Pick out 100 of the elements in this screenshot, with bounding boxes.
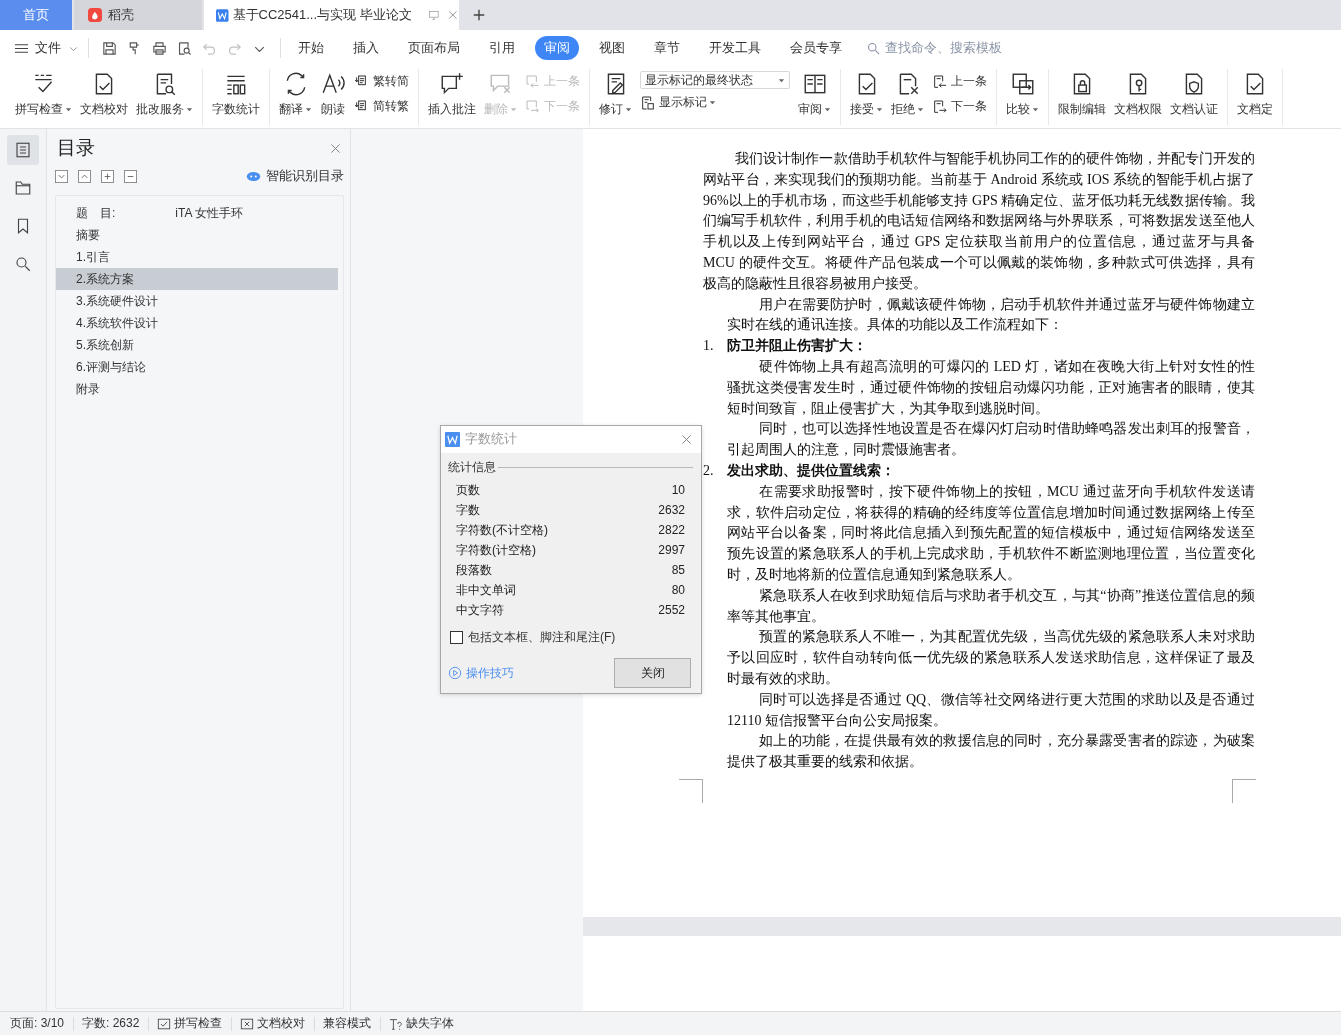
collapse-up-icon[interactable] — [78, 170, 91, 183]
file-menu[interactable]: 文件 — [14, 39, 80, 57]
ribbon-button[interactable]: 限制编辑 — [1054, 69, 1110, 120]
menu-tab[interactable]: 审阅 — [535, 36, 579, 60]
menu-tab[interactable]: 会员专享 — [781, 36, 851, 60]
toc-item[interactable]: 附录 — [56, 378, 338, 400]
stat-value: 10 — [671, 483, 685, 497]
comment-arrow-left-icon — [525, 73, 541, 90]
plus-icon[interactable] — [101, 170, 114, 183]
stat-label: 非中文单词 — [456, 581, 516, 599]
ribbon-button[interactable]: 比较 — [1002, 69, 1043, 120]
stat-label: 字符数(不计空格) — [456, 521, 548, 539]
printer-icon[interactable] — [151, 39, 168, 57]
stat-label: 字符数(计空格) — [456, 541, 536, 559]
list-number: 1. — [703, 337, 715, 356]
close-button[interactable]: 关闭 — [614, 658, 691, 688]
paragraph: 紧急联系人在收到求助短信后与求助者手机交互，与其“协商”推送位置信息的频率等其他事宜。 — [727, 586, 1255, 626]
ribbon-button[interactable]: 接受 — [846, 69, 887, 120]
toc-item[interactable]: 题 目: iTA 女性手环 — [56, 202, 338, 224]
ribbon-button[interactable]: 朗读 — [316, 69, 350, 120]
menu-tab[interactable]: 开发工具 — [700, 36, 770, 60]
search-icon — [866, 40, 881, 56]
comment-plus-icon — [439, 71, 465, 97]
document-arrow-left-icon — [932, 73, 948, 90]
markup-dropdown[interactable]: 显示标记的最终状态 — [640, 71, 790, 89]
ribbon-button[interactable]: 审阅 — [794, 69, 835, 120]
paragraph: 用户在需要防护时，佩戴该硬件饰物，启动手机软件并通过蓝牙与硬件饰物建立实时在线的通讯连接。具体的功能以及工作流程如下： — [727, 295, 1255, 335]
menu-tab[interactable]: 视图 — [590, 36, 634, 60]
section-label: 统计信息 — [448, 459, 496, 476]
status-text: 兼容模式 — [323, 1015, 372, 1032]
ribbon-button[interactable]: 拼写检查 — [11, 69, 76, 120]
outline-icon[interactable] — [7, 135, 39, 165]
ribbon-button[interactable]: 文档权限 — [1110, 69, 1166, 120]
checkbox[interactable] — [450, 631, 463, 644]
menu-tab[interactable]: 章节 — [645, 36, 689, 60]
ribbon-button[interactable]: 翻译 — [275, 69, 316, 120]
menu-tab[interactable]: 开始 — [289, 36, 333, 60]
stat-value: 2822 — [658, 523, 685, 537]
smart-toc-button[interactable]: 智能识别目录 — [246, 168, 344, 185]
stat-value: 2632 — [658, 503, 685, 517]
caret-icon — [778, 76, 785, 84]
ribbon-button[interactable]: 批改服务 — [132, 69, 197, 120]
status-text: 字数: 2632 — [82, 1015, 140, 1032]
ribbon-button[interactable]: 字数统计 — [208, 69, 264, 120]
ribbon-button[interactable]: 繁转简 — [354, 73, 409, 90]
document-logo-icon — [216, 7, 229, 23]
panel-title: 目录 — [57, 136, 95, 160]
close-icon[interactable] — [329, 141, 342, 155]
toc-item[interactable]: 6.评测与结论 — [56, 356, 338, 378]
menu-tab[interactable]: 插入 — [344, 36, 388, 60]
x-box-icon — [240, 1016, 255, 1031]
ribbon-button[interactable]: 拒绝 — [887, 69, 928, 120]
stat-label: 页数 — [456, 481, 480, 499]
paragraph: 我们设计制作一款借助手机软件与智能手机协同工作的的硬件饰物，并配专门开发的网站平台，来实现我们的预期功能。当前基于 Android 系统或 IOS 系统的智能手机占据了 96%以上的手机市场，而这些手机能够支持 GPS 精确定位、蓝牙低功耗无线数据传输。我们编写手机软件，利用手机的电话短信网络和数据网络与外界联系，可将数据发送至他人手机以及上传到网站平台，通过 GPS 定位获取当前用户的位置信息，通过蓝牙与具备 MCU 的硬件交互。将硬件产品包装成一个可以佩戴的装饰物，多种款式可供选择，具有极高的隐蔽性且很容易被用户接受。 — [703, 150, 1255, 293]
menu-tab[interactable]: 引用 — [480, 36, 524, 60]
close-icon[interactable] — [680, 433, 693, 446]
ribbon-button[interactable]: 修订 — [595, 69, 636, 120]
paragraph: 同时可以选择是否通过 QQ、微信等社交网络进行更大范围的求助以及是否通过 12110 短信报警平台向公安局报案。 — [727, 690, 1255, 730]
app-tab[interactable]: 稻壳 — [74, 0, 202, 30]
stat-value: 80 — [671, 583, 685, 597]
dialog-title: 字数统计 — [465, 431, 517, 448]
expand-down-icon[interactable] — [55, 170, 68, 183]
menu-tab[interactable]: 页面布局 — [399, 36, 469, 60]
ribbon-button[interactable]: 文档定 — [1233, 69, 1277, 120]
ribbon-button[interactable]: 文档校对 — [76, 69, 132, 120]
stat-value: 85 — [671, 563, 685, 577]
ribbon-button[interactable]: 上一条 — [932, 73, 987, 90]
spell-check-button[interactable]: 拼写检查 — [157, 1015, 223, 1032]
document-arrow-right-icon — [932, 98, 948, 115]
ribbon-button[interactable]: 插入批注 — [424, 69, 480, 120]
toc-item[interactable]: 3.系统硬件设计 — [56, 290, 338, 312]
font-question-icon — [389, 1016, 404, 1031]
paragraph: 同时，也可以选择性地设置是否在爆闪灯启动时借助蜂鸣器发出刺耳的报警音，引起周围人的注意，同时震慑施害者。 — [727, 420, 1255, 460]
stat-label: 字数 — [456, 501, 480, 519]
play-icon — [448, 666, 462, 680]
save-icon[interactable] — [101, 39, 118, 57]
toc-item[interactable]: 1.引言 — [56, 246, 338, 268]
ribbon-button[interactable]: 显示标记 — [640, 94, 790, 111]
crop-mark — [1232, 778, 1256, 803]
section-heading: 发出求助、提供位置线索： — [727, 461, 895, 480]
missing-font-button[interactable]: 缺失字体 — [389, 1015, 455, 1032]
crop-mark — [679, 778, 703, 803]
print-preview-icon[interactable] — [176, 39, 193, 57]
stat-value: 2997 — [658, 543, 685, 557]
paragraph: 硬件饰物上具有超高流明的可爆闪的 LED 灯，诸如在夜晚大街上针对女性的性骚扰这类侵害发生时，通过硬件饰物的按钮启动爆闪功能，正对施害者的眼睛，使其短时间致盲，阻止侵害扩大，为其争取到逃脱时间。 — [727, 357, 1255, 418]
toc-item[interactable]: 2.系统方案 — [56, 268, 338, 290]
proofread-button[interactable]: 文档校对 — [240, 1015, 306, 1032]
toc-item[interactable]: 5.系统创新 — [56, 334, 338, 356]
toc-item[interactable]: 摘要 — [56, 224, 338, 246]
toc-item[interactable]: 4.系统软件设计 — [56, 312, 338, 334]
minus-icon[interactable] — [124, 170, 137, 183]
search-field[interactable]: 查找命令、搜索模板 — [866, 40, 1037, 56]
status-text: 页面: 3/10 — [10, 1015, 65, 1032]
flame-logo-icon — [88, 8, 102, 22]
ribbon-button[interactable]: 简转繁 — [354, 98, 409, 115]
new-tab-icon[interactable] — [472, 8, 486, 22]
section-heading: 防卫并阻止伤害扩大： — [727, 337, 867, 356]
ribbon-button[interactable]: 下一条 — [932, 98, 987, 115]
list-number: 2. — [703, 461, 715, 480]
ribbon-button[interactable]: 文档认证 — [1166, 69, 1222, 120]
